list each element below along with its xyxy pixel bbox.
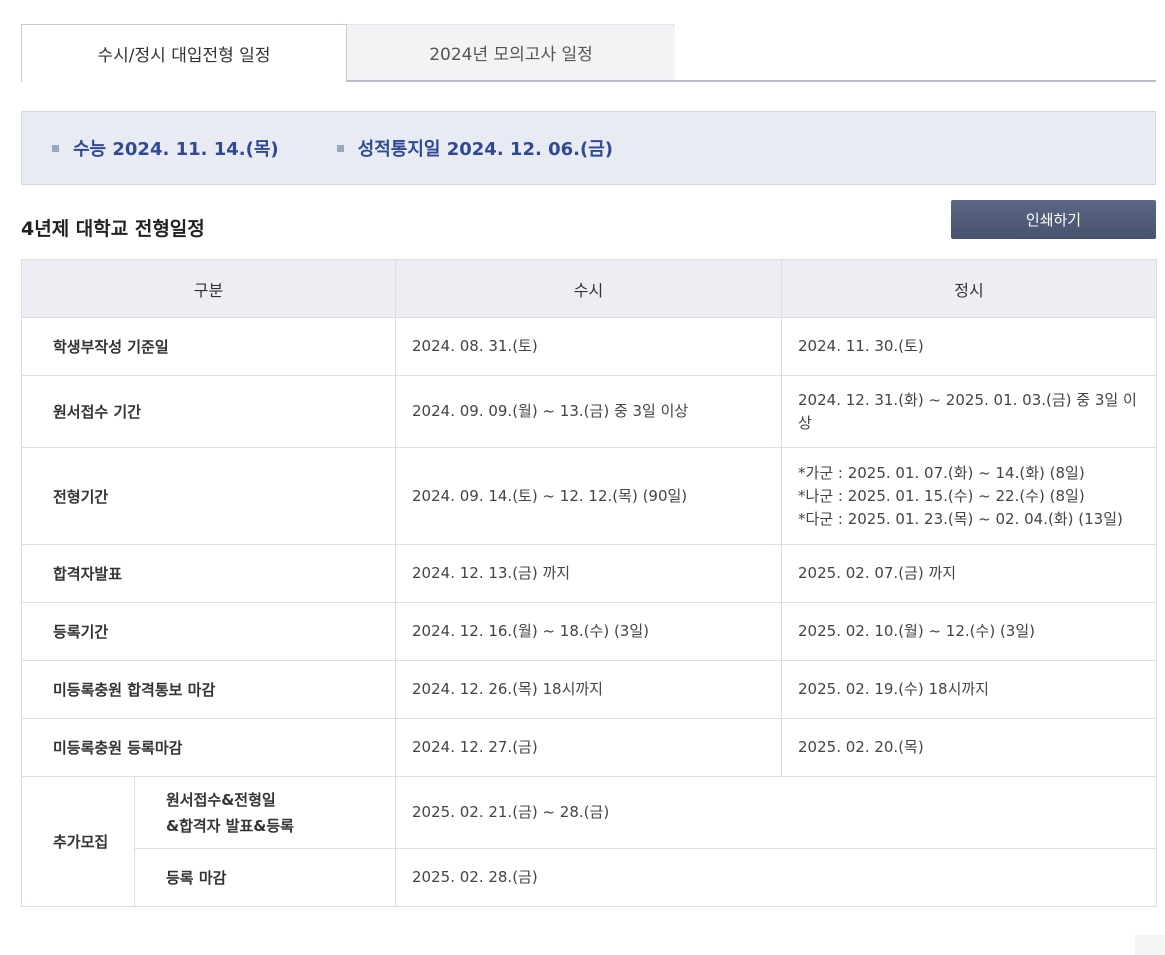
key-dates-box: 수능 2024. 11. 14.(목) 성적통지일 2024. 12. 06.(…	[21, 111, 1156, 185]
row-label: 원서접수 기간	[20, 375, 397, 448]
extra-value: 2025. 02. 28.(금)	[395, 848, 1158, 907]
table-header-row: 구분 수시 정시	[20, 259, 1158, 318]
susi-value: 2024. 12. 27.(금)	[395, 718, 783, 777]
row-label: 미등록충원 합격통보 마감	[20, 660, 397, 719]
row-label: 미등록충원 등록마감	[20, 718, 397, 777]
group-da-period: *다군 : 2025. 01. 23.(목) ~ 02. 04.(화) (13일…	[798, 509, 1123, 528]
tab-mock-exam-schedule[interactable]: 2024년 모의고사 일정	[347, 24, 675, 80]
page-corner	[1135, 935, 1165, 955]
csat-date: 수능 2024. 11. 14.(목)	[52, 135, 279, 161]
schedule-tabs: 수시/정시 대입전형 일정 2024년 모의고사 일정	[21, 24, 1156, 82]
susi-value: 2024. 09. 09.(월) ~ 13.(금) 중 3일 이상	[395, 375, 783, 448]
jeongsi-value: 2025. 02. 10.(월) ~ 12.(수) (3일)	[781, 602, 1158, 661]
header-susi: 수시	[395, 259, 783, 318]
group-na-period: *나군 : 2025. 01. 15.(수) ~ 22.(수) (8일)	[798, 486, 1085, 505]
extra-value: 2025. 02. 21.(금) ~ 28.(금)	[395, 776, 1158, 849]
jeongsi-value: 2025. 02. 07.(금) 까지	[781, 544, 1158, 603]
section-title: 4년제 대학교 전형일정	[21, 218, 205, 240]
square-bullet-icon	[336, 144, 344, 152]
table-row: 전형기간 2024. 09. 14.(토) ~ 12. 12.(목) (90일)…	[20, 447, 1158, 545]
tab-admission-schedule[interactable]: 수시/정시 대입전형 일정	[21, 24, 347, 82]
table-row: 원서접수 기간 2024. 09. 09.(월) ~ 13.(금) 중 3일 이…	[20, 375, 1158, 448]
jeongsi-value: 2025. 02. 20.(목)	[781, 718, 1158, 777]
row-label: 학생부작성 기준일	[20, 317, 397, 376]
table-row-extra-2: 등록 마감 2025. 02. 28.(금)	[22, 848, 1158, 907]
table-row: 등록기간 2024. 12. 16.(월) ~ 18.(수) (3일) 2025…	[20, 602, 1158, 661]
tab-label: 수시/정시 대입전형 일정	[97, 46, 271, 66]
susi-value: 2024. 09. 14.(토) ~ 12. 12.(목) (90일)	[395, 447, 783, 545]
table-row: 미등록충원 합격통보 마감 2024. 12. 26.(목) 18시까지 202…	[20, 660, 1158, 719]
jeongsi-value: 2024. 12. 31.(화) ~ 2025. 01. 03.(금) 중 3일…	[781, 375, 1158, 448]
print-button-label: 인쇄하기	[1025, 211, 1082, 229]
header-category: 구분	[20, 259, 397, 318]
row-label: 등록기간	[20, 602, 397, 661]
jeongsi-value: *가군 : 2025. 01. 07.(화) ~ 14.(화) (8일) *나군…	[781, 447, 1158, 545]
extra-sub-label: 원서접수&전형일 &합격자 발표&등록	[133, 776, 397, 849]
print-button[interactable]: 인쇄하기	[951, 200, 1156, 239]
tab-baseline	[347, 80, 1156, 82]
table-row: 학생부작성 기준일 2024. 08. 31.(토) 2024. 11. 30.…	[20, 317, 1158, 376]
table-row: 미등록충원 등록마감 2024. 12. 27.(금) 2025. 02. 20…	[20, 718, 1158, 777]
schedule-table: 구분 수시 정시 학생부작성 기준일 2024. 08. 31.(토) 2024…	[20, 259, 1158, 907]
row-label: 합격자발표	[20, 544, 397, 603]
extra-recruit-label: 추가모집	[21, 776, 135, 907]
table-row: 합격자발표 2024. 12. 13.(금) 까지 2025. 02. 07.(…	[20, 544, 1158, 603]
table-row-extra-1: 추가모집 원서접수&전형일 &합격자 발표&등록 2025. 02. 21.(금…	[21, 776, 1158, 907]
extra-sub-label: 등록 마감	[133, 848, 397, 907]
header-jeongsi: 정시	[781, 259, 1158, 318]
susi-value: 2024. 12. 16.(월) ~ 18.(수) (3일)	[395, 602, 783, 661]
susi-value: 2024. 08. 31.(토)	[395, 317, 783, 376]
jeongsi-value: 2024. 11. 30.(토)	[781, 317, 1158, 376]
tab-label: 2024년 모의고사 일정	[429, 45, 593, 65]
jeongsi-value: 2025. 02. 19.(수) 18시까지	[781, 660, 1158, 719]
group-ga-period: *가군 : 2025. 01. 07.(화) ~ 14.(화) (8일)	[798, 463, 1085, 482]
square-bullet-icon	[52, 144, 59, 152]
row-label: 전형기간	[20, 447, 397, 545]
susi-value: 2024. 12. 26.(목) 18시까지	[395, 660, 783, 719]
score-notice-date: 성적통지일 2024. 12. 06.(금)	[336, 135, 613, 161]
susi-value: 2024. 12. 13.(금) 까지	[395, 544, 783, 603]
